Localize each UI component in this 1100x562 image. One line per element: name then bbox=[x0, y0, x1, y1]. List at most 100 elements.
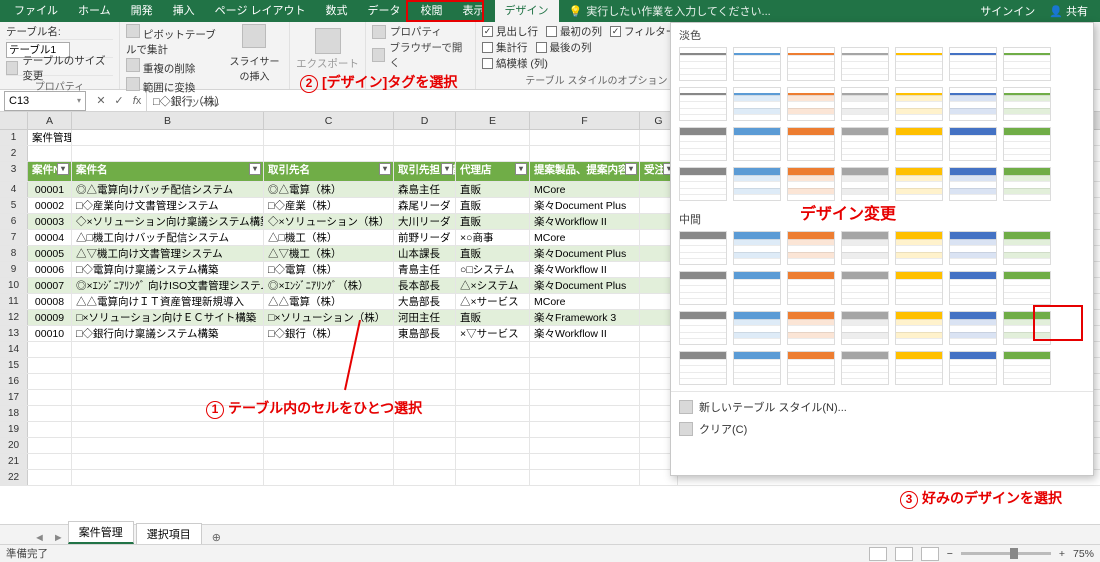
extdata-properties[interactable]: プロパティ bbox=[390, 24, 442, 39]
cell[interactable]: 00002 bbox=[28, 198, 72, 213]
table-header-cell[interactable]: 取引先名▾ bbox=[264, 162, 394, 181]
cell[interactable] bbox=[28, 470, 72, 485]
open-in-browser[interactable]: ブラウザーで開く bbox=[389, 40, 469, 70]
cell[interactable]: MCore bbox=[530, 294, 640, 309]
new-table-style[interactable]: 新しいテーブル スタイル(N)... bbox=[679, 396, 1085, 418]
style-thumb[interactable] bbox=[787, 127, 835, 161]
row-head[interactable]: 17 bbox=[0, 390, 28, 405]
style-thumb[interactable] bbox=[733, 127, 781, 161]
cell[interactable]: 直販 bbox=[456, 198, 530, 213]
cell[interactable] bbox=[456, 342, 530, 357]
style-thumb[interactable] bbox=[733, 167, 781, 201]
cell[interactable] bbox=[394, 358, 456, 373]
style-thumb[interactable] bbox=[1003, 311, 1051, 345]
signin-link[interactable]: サインイン bbox=[980, 3, 1035, 19]
style-thumb[interactable] bbox=[895, 231, 943, 265]
cell[interactable] bbox=[72, 470, 264, 485]
style-thumb[interactable] bbox=[733, 231, 781, 265]
style-thumb[interactable] bbox=[733, 87, 781, 121]
cell[interactable]: ◎×ｴﾝｼﾞﾆｱﾘﾝｸﾞ（株） bbox=[264, 278, 394, 293]
cell[interactable]: □◇産業（株） bbox=[264, 198, 394, 213]
row-head[interactable]: 13 bbox=[0, 326, 28, 341]
cell[interactable] bbox=[72, 358, 264, 373]
cell[interactable]: 山本課長 bbox=[394, 246, 456, 261]
style-thumb[interactable] bbox=[679, 231, 727, 265]
sheet-nav-next-icon[interactable]: ► bbox=[49, 532, 68, 544]
row-head[interactable]: 16 bbox=[0, 374, 28, 389]
style-thumb[interactable] bbox=[1003, 87, 1051, 121]
row-head[interactable]: 10 bbox=[0, 278, 28, 293]
tell-me[interactable]: 実行したい作業を入力してください... bbox=[586, 3, 771, 19]
cell[interactable] bbox=[264, 470, 394, 485]
row-head[interactable]: 3 bbox=[0, 162, 28, 181]
style-thumb[interactable] bbox=[949, 47, 997, 81]
cell[interactable]: 大島部長 bbox=[394, 294, 456, 309]
cell[interactable] bbox=[264, 342, 394, 357]
style-thumb[interactable] bbox=[787, 167, 835, 201]
row-head[interactable]: 18 bbox=[0, 406, 28, 421]
style-thumb[interactable] bbox=[787, 351, 835, 385]
style-thumb[interactable] bbox=[1003, 271, 1051, 305]
cell[interactable] bbox=[394, 342, 456, 357]
cell[interactable]: 楽々Workflow II bbox=[530, 326, 640, 341]
cell[interactable]: □◇銀行（株） bbox=[264, 326, 394, 341]
cell[interactable]: ◎△電算向けバッチ配信システム bbox=[72, 182, 264, 197]
cell[interactable] bbox=[72, 146, 264, 161]
cell[interactable]: ◎△電算（株） bbox=[264, 182, 394, 197]
sheet-tab-1[interactable]: 選択項目 bbox=[136, 523, 202, 544]
cell[interactable] bbox=[264, 130, 394, 145]
convert-to-range[interactable]: 範囲に変換 bbox=[143, 82, 196, 94]
cell[interactable] bbox=[72, 342, 264, 357]
zoom-level[interactable]: 75% bbox=[1073, 548, 1094, 560]
table-header-cell[interactable]: 提案製品、提案内容▾ bbox=[530, 162, 640, 181]
cell[interactable] bbox=[530, 342, 640, 357]
filter-dropdown-icon[interactable]: ▾ bbox=[625, 163, 637, 175]
cell[interactable]: 楽々Document Plus bbox=[530, 198, 640, 213]
cell[interactable] bbox=[28, 146, 72, 161]
style-thumb[interactable] bbox=[841, 351, 889, 385]
pivot-summarize[interactable]: ピボットテーブルで集計 bbox=[126, 29, 216, 56]
cell[interactable]: 楽々Workflow II bbox=[530, 214, 640, 229]
cell[interactable]: 直販 bbox=[456, 214, 530, 229]
cell[interactable] bbox=[394, 130, 456, 145]
tab-insert[interactable]: 挿入 bbox=[163, 0, 205, 22]
view-page-break-icon[interactable] bbox=[921, 547, 939, 561]
cell[interactable] bbox=[456, 358, 530, 373]
style-thumb[interactable] bbox=[1003, 47, 1051, 81]
row-head[interactable]: 6 bbox=[0, 214, 28, 229]
style-thumb[interactable] bbox=[841, 271, 889, 305]
cell[interactable] bbox=[394, 454, 456, 469]
cell[interactable] bbox=[264, 406, 394, 421]
filter-dropdown-icon[interactable]: ▾ bbox=[441, 163, 453, 175]
cell[interactable] bbox=[456, 438, 530, 453]
row-head[interactable]: 7 bbox=[0, 230, 28, 245]
cell[interactable] bbox=[28, 438, 72, 453]
style-thumb[interactable] bbox=[733, 271, 781, 305]
opt-total-row[interactable]: 集計行 bbox=[482, 40, 528, 55]
cell[interactable] bbox=[394, 422, 456, 437]
table-header-cell[interactable]: 代理店▾ bbox=[456, 162, 530, 181]
cell[interactable]: 東島部長 bbox=[394, 326, 456, 341]
cell[interactable] bbox=[456, 422, 530, 437]
style-thumb[interactable] bbox=[841, 311, 889, 345]
row-head[interactable]: 9 bbox=[0, 262, 28, 277]
cell[interactable]: ○□システム bbox=[456, 262, 530, 277]
style-thumb[interactable] bbox=[1003, 167, 1051, 201]
cell[interactable]: △×システム bbox=[456, 278, 530, 293]
col-head-C[interactable]: C bbox=[264, 112, 394, 129]
view-normal-icon[interactable] bbox=[869, 547, 887, 561]
filter-dropdown-icon[interactable]: ▾ bbox=[515, 163, 527, 175]
col-head-D[interactable]: D bbox=[394, 112, 456, 129]
namebox-dropdown-icon[interactable]: ▾ bbox=[77, 96, 81, 105]
cell[interactable]: 前野リーダ bbox=[394, 230, 456, 245]
style-thumb[interactable] bbox=[787, 87, 835, 121]
cell[interactable] bbox=[530, 374, 640, 389]
cell[interactable]: ×▽サービス bbox=[456, 326, 530, 341]
cell[interactable] bbox=[72, 438, 264, 453]
cell[interactable] bbox=[28, 406, 72, 421]
filter-dropdown-icon[interactable]: ▾ bbox=[249, 163, 261, 175]
style-thumb[interactable] bbox=[949, 231, 997, 265]
cell[interactable] bbox=[264, 374, 394, 389]
row-head[interactable]: 2 bbox=[0, 146, 28, 161]
style-thumb[interactable] bbox=[949, 127, 997, 161]
